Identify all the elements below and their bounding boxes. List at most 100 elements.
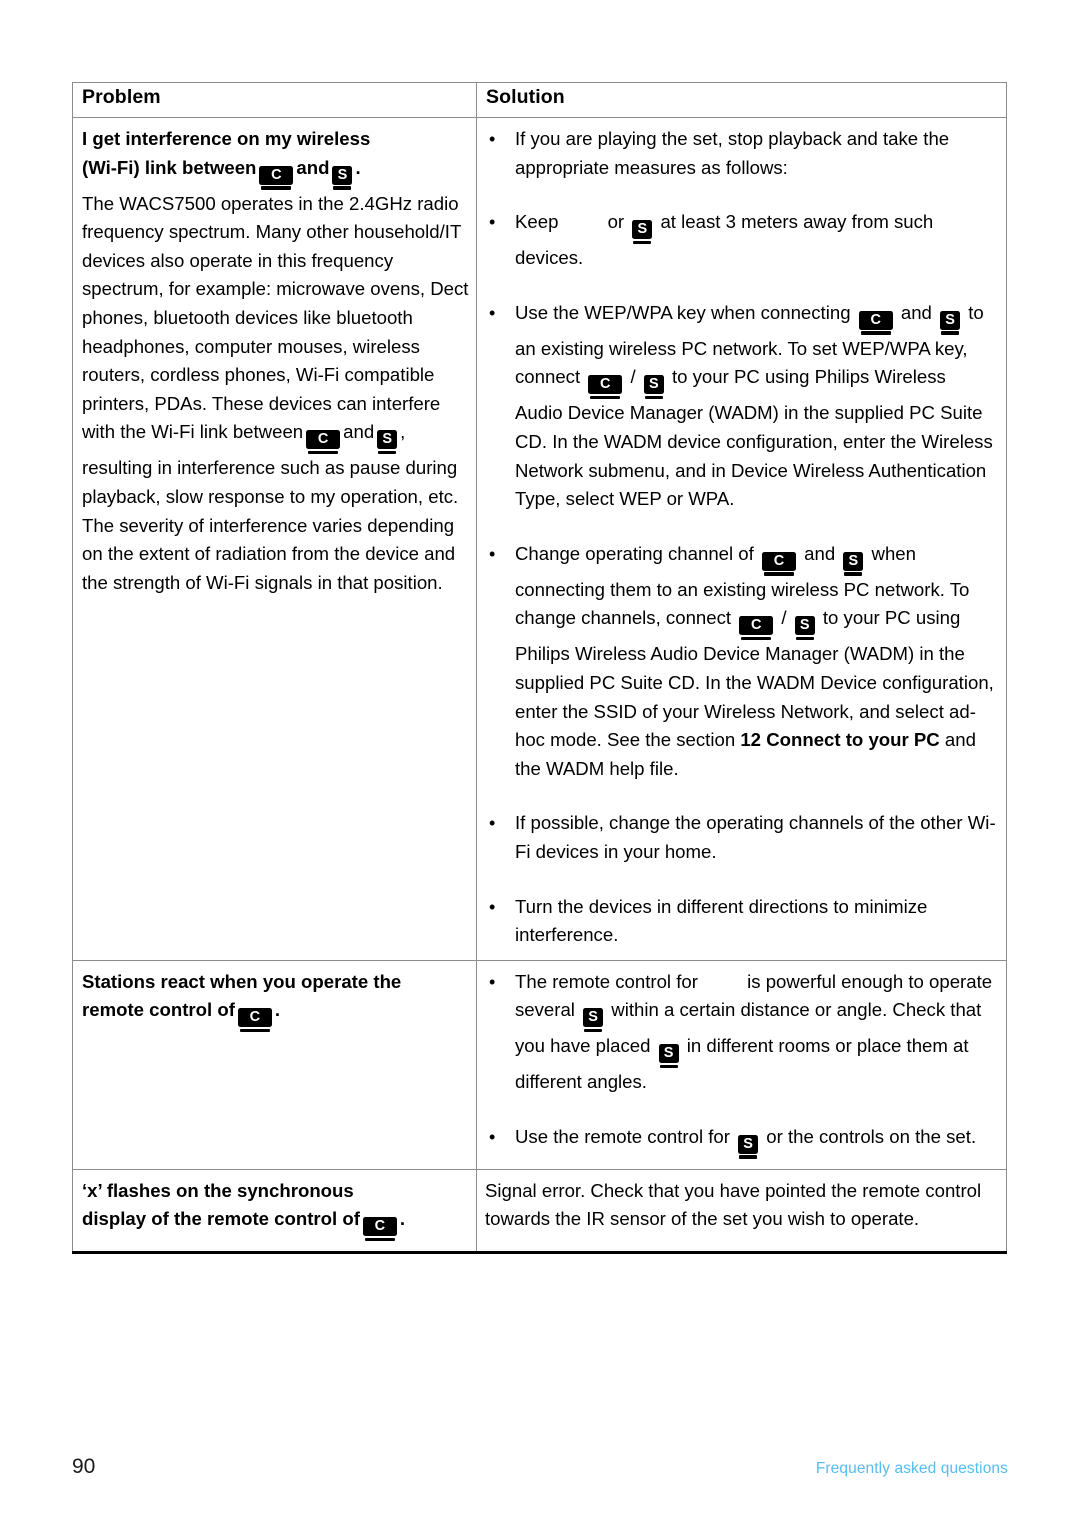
table-row: ‘x’ flashes on the synchronous display o… (72, 1168, 1007, 1255)
solution-bullet-item: The remote control for is powerful enoug… (485, 968, 996, 1097)
station-device-icon: S (377, 430, 398, 455)
solution-text: If possible, change the operating channe… (515, 812, 996, 862)
solution-text: Change operating channel of (515, 542, 759, 564)
problem-title-line-2: display of the remote control of C. (82, 1205, 470, 1242)
station-device-icon: S (843, 551, 864, 576)
center-device-icon: C (588, 375, 623, 400)
station-device-icon-stand (378, 450, 397, 455)
solution-plain-list: Signal error. Check that you have pointe… (485, 1177, 996, 1234)
station-device-icon-stand (333, 186, 352, 190)
document-page: Problem Solution I get interference on m… (0, 0, 1080, 1527)
solution-text: Use the WEP/WPA key when connecting (515, 301, 856, 323)
station-device-icon: S (643, 375, 664, 400)
center-device-icon-stand (364, 1237, 395, 1242)
center-device-icon-stand (308, 450, 339, 455)
solution-text: / (625, 366, 641, 388)
station-device-icon-letter: S (794, 616, 815, 636)
station-device-icon-letter: S (632, 220, 653, 240)
station-device-icon-letter: S (940, 310, 961, 330)
station-device-icon: S (658, 1044, 679, 1069)
station-device-icon-stand (795, 636, 814, 641)
faq-troubleshooting-table: Problem Solution I get interference on m… (72, 82, 1007, 1255)
solution-bullet-item: Turn the devices in different directions… (485, 893, 996, 950)
column-header-problem: Problem (72, 82, 477, 118)
solution-text: If you are playing the set, stop playbac… (515, 128, 950, 178)
station-device-icon-stand (584, 1028, 603, 1033)
solution-text: or (607, 211, 630, 233)
center-device-icon: C (306, 430, 341, 455)
problem-title-text-a: remote control of (82, 999, 235, 1021)
solution-bullet-item: Use the WEP/WPA key when connecting C an… (485, 299, 996, 514)
station-device-icon: S (940, 310, 961, 335)
station-device-icon: S (632, 220, 653, 245)
center-device-icon-letter: C (858, 310, 893, 330)
center-device-icon-stand (239, 1028, 270, 1033)
station-device-icon-letter: S (843, 551, 864, 571)
center-device-icon-letter: C (259, 165, 294, 185)
center-device-icon-letter: C (362, 1217, 397, 1237)
table-row: Stations react when you operate the remo… (72, 959, 1007, 1170)
center-device-icon-letter: C (237, 1008, 272, 1028)
station-device-icon-letter: S (332, 165, 353, 185)
solution-cell-wifi-interference: If you are playing the set, stop playbac… (476, 117, 1007, 961)
problem-title-text-a: (Wi-Fi) link between (82, 156, 257, 178)
center-device-icon: C (259, 165, 294, 190)
missing-device-icon-placeholder (703, 982, 747, 983)
station-device-icon-letter: S (658, 1044, 679, 1064)
solution-bullet-item: If possible, change the operating channe… (485, 809, 996, 866)
center-device-icon-stand (590, 395, 621, 400)
center-device-icon: C (761, 551, 796, 576)
station-device-icon: S (332, 165, 353, 190)
problem-title-line-1: I get interference on my wireless (82, 128, 371, 149)
problem-cell-stations-react: Stations react when you operate the remo… (72, 959, 477, 1170)
problem-title-line-2: (Wi-Fi) link between Cand S. (82, 154, 470, 190)
solution-text: Use the remote control for (515, 1125, 736, 1147)
solution-text: to your PC using Philips Wireless Audio … (515, 366, 993, 510)
center-device-icon: C (237, 1008, 272, 1033)
center-device-icon: C (858, 310, 893, 335)
center-device-icon-stand (261, 186, 292, 190)
solution-bullet-item: Change operating channel of C and S when… (485, 540, 996, 784)
center-device-icon: C (362, 1217, 397, 1242)
solution-cell-x-flashes: Signal error. Check that you have pointe… (476, 1168, 1007, 1255)
table-header-row: Problem Solution (72, 82, 1007, 118)
station-device-icon-stand (844, 572, 863, 576)
station-device-icon-stand (659, 1064, 678, 1069)
problem-title-text-b: and (296, 156, 330, 178)
problem-title-line-1: Stations react when you operate the (82, 970, 402, 992)
problem-title-text-a: display of the remote control of (82, 1208, 360, 1230)
station-device-icon-letter: S (377, 430, 398, 450)
page-number: 90 (72, 1455, 96, 1478)
solution-bullet-item: Keep or S at least 3 meters away from su… (485, 208, 996, 273)
problem-body-text-2: and (343, 421, 375, 443)
station-device-icon-stand (644, 395, 663, 400)
solution-bullet-item: If you are playing the set, stop playbac… (485, 125, 996, 182)
footer-section-label: Frequently asked questions (815, 1460, 1008, 1477)
problem-body-text-1: The WACS7500 operates in the 2.4GHz radi… (82, 192, 469, 443)
solution-bullet-list: If you are playing the set, stop playbac… (485, 125, 996, 950)
station-device-icon-stand (739, 1155, 758, 1159)
problem-body-text-3: , resulting in interference such as paus… (82, 421, 459, 593)
page-footer: 90 Frequently asked questions (0, 1455, 1080, 1495)
problem-title-text-c: . (355, 156, 361, 178)
station-device-icon: S (738, 1134, 759, 1159)
center-device-icon-letter: C (306, 430, 341, 450)
solution-text: and (798, 542, 841, 564)
solution-text: The remote control for (515, 970, 704, 992)
problem-title-text-c: . (274, 999, 281, 1021)
station-device-icon: S (583, 1008, 604, 1033)
center-device-icon-letter: C (739, 616, 774, 636)
station-device-icon-letter: S (643, 375, 664, 395)
center-device-icon: C (739, 616, 774, 641)
solution-bullet-item: Use the remote control for S or the cont… (485, 1123, 996, 1159)
station-device-icon-letter: S (583, 1008, 604, 1028)
center-device-icon-letter: C (761, 551, 796, 571)
problem-body-paragraph: The WACS7500 operates in the 2.4GHz radi… (82, 190, 470, 598)
solution-emphasis-text: 12 Connect to your PC (740, 729, 940, 751)
station-device-icon: S (794, 616, 815, 641)
problem-cell-wifi-interference: I get interference on my wireless (Wi-Fi… (72, 117, 477, 961)
problem-title-line-1: ‘x’ flashes on the synchronous (82, 1179, 354, 1201)
solution-text: at least 3 meters away from such devices… (515, 211, 934, 269)
center-device-icon-stand (860, 331, 891, 335)
solution-text: or the controls on the set. (761, 1125, 977, 1147)
